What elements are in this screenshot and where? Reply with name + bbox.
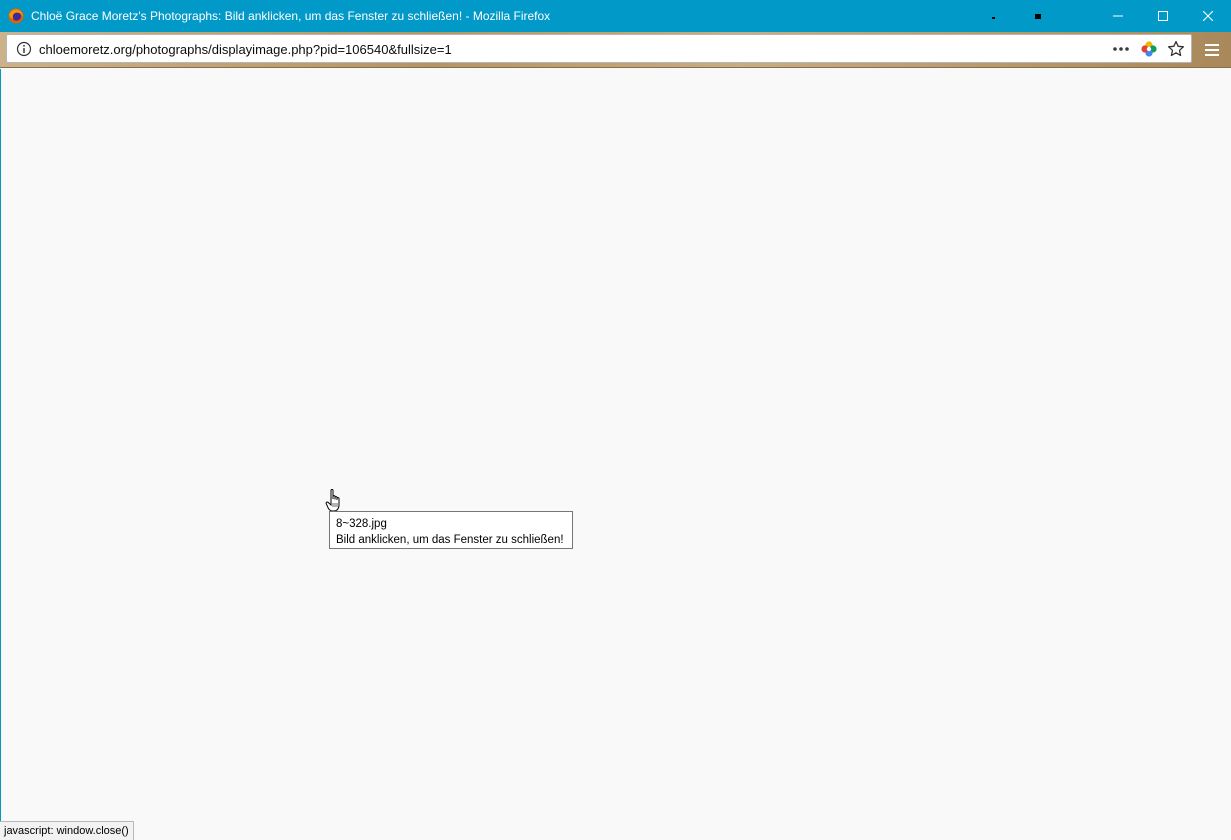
image-tooltip: 8~328.jpg Bild anklicken, um das Fenster… bbox=[329, 511, 573, 549]
firefox-icon bbox=[8, 8, 24, 24]
navigation-toolbar: chloemoretz.org/photographs/displayimage… bbox=[0, 32, 1231, 68]
window-title: Chloë Grace Moretz's Photographs: Bild a… bbox=[31, 9, 551, 23]
title-artifact bbox=[1035, 14, 1041, 19]
bookmark-star-icon[interactable] bbox=[1167, 40, 1185, 58]
tooltip-filename: 8~328.jpg bbox=[336, 518, 387, 530]
page-content[interactable] bbox=[0, 69, 1231, 840]
info-icon[interactable] bbox=[16, 41, 32, 57]
url-text[interactable]: chloemoretz.org/photographs/displayimage… bbox=[39, 43, 452, 57]
extension-icon[interactable] bbox=[1140, 40, 1158, 58]
minimize-icon bbox=[1113, 11, 1123, 21]
status-bar: javascript: window.close() bbox=[0, 821, 134, 840]
more-dots-icon[interactable] bbox=[1111, 41, 1131, 57]
window-titlebar[interactable]: Chloë Grace Moretz's Photographs: Bild a… bbox=[0, 0, 1231, 32]
title-artifact bbox=[992, 17, 995, 19]
close-button[interactable] bbox=[1185, 0, 1231, 32]
maximize-icon bbox=[1158, 11, 1168, 21]
close-icon bbox=[1203, 11, 1213, 21]
tooltip-hint: Bild anklicken, um das Fenster zu schlie… bbox=[336, 534, 564, 546]
hamburger-menu-icon[interactable] bbox=[1200, 39, 1224, 61]
minimize-button[interactable] bbox=[1095, 0, 1141, 32]
url-bar[interactable]: chloemoretz.org/photographs/displayimage… bbox=[6, 34, 1192, 63]
maximize-button[interactable] bbox=[1140, 0, 1186, 32]
